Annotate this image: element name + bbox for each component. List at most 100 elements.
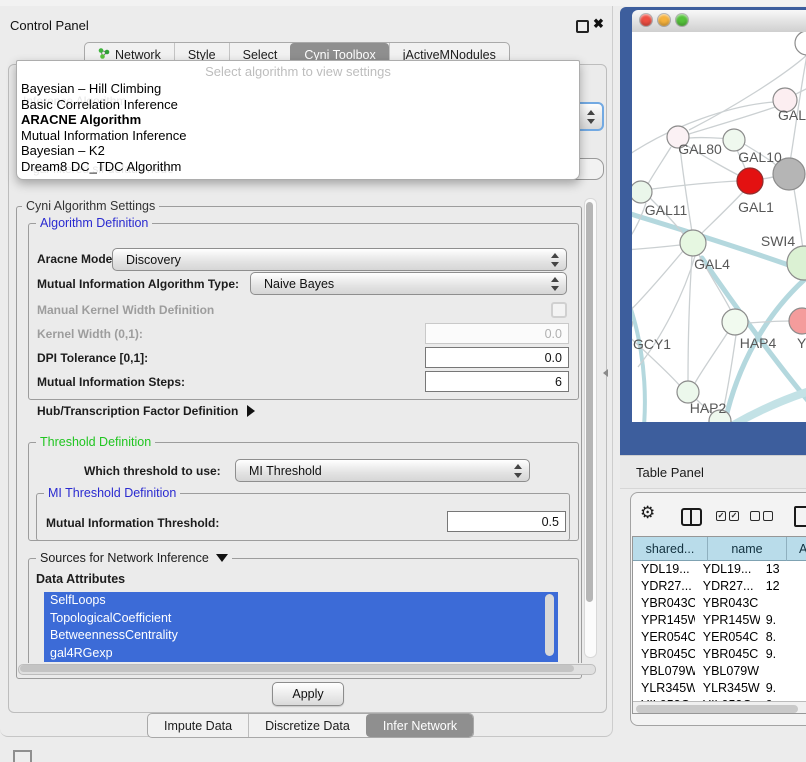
data-attributes-list[interactable]: SelfLoopsTopologicalCoefficientBetweenne… (44, 592, 558, 662)
table-row[interactable]: YER054CYER054C8. (633, 629, 806, 646)
table-row[interactable]: YDR27...YDR27...12 (633, 578, 806, 595)
table-function-icon[interactable] (794, 506, 806, 527)
checked-box-icon: ✓ (716, 511, 726, 521)
settings-horizontal-scrollbar[interactable] (18, 663, 596, 675)
settings-group-legend: Cyni Algorithm Settings (22, 199, 159, 213)
spinner-arrows-icon (513, 464, 522, 478)
table-cell: YLR345W (695, 680, 760, 697)
network-node-hap4[interactable] (722, 309, 748, 335)
table-cell: YPR145W (695, 612, 760, 629)
network-node-pink[interactable] (789, 308, 806, 334)
table-row[interactable]: YLR345WYLR345W9. (633, 680, 806, 697)
mi-steps-input[interactable] (425, 371, 569, 392)
table-row[interactable]: YBL079WYBL079W (633, 663, 806, 680)
table-cell: 9. (760, 646, 806, 663)
node-label-pink: Y (797, 335, 806, 351)
deselect-all-columns-icon[interactable] (750, 511, 773, 521)
scrollbar-thumb[interactable] (636, 705, 798, 713)
column-header-name[interactable]: name (708, 537, 787, 561)
table-cell: YDL19... (633, 561, 695, 578)
column-header-shared[interactable]: shared... (633, 537, 708, 561)
kernel-width-label: Kernel Width (0,1): (37, 327, 143, 341)
algorithm-option-dream8-dc-tdc-algorithm[interactable]: Dream8 DC_TDC Algorithm (17, 159, 579, 175)
node-label-hap2: HAP2 (690, 400, 727, 416)
columns-icon[interactable] (681, 508, 702, 526)
dropdown-prompt: Select algorithm to view settings (17, 64, 579, 79)
gear-icon[interactable]: ⚙ (640, 504, 655, 521)
split-pane-collapse-arrow[interactable] (603, 369, 608, 377)
table-cell: 12 (760, 578, 806, 595)
algorithm-option-basic-correlation-inference[interactable]: Basic Correlation Inference (17, 97, 579, 113)
node-label-gal80: GAL80 (678, 141, 722, 157)
tab-infer-network[interactable]: Infer Network (366, 714, 473, 737)
close-traffic-light-icon[interactable] (640, 14, 652, 26)
sources-title: Sources for Network Inference (40, 551, 209, 565)
table-body: YDL19...YDL19...13YDR27...YDR27...12YBR0… (633, 561, 806, 714)
aracne-mode-value: Discovery (126, 253, 181, 267)
kernel-width-input[interactable] (425, 323, 569, 344)
settings-vertical-scrollbar[interactable] (584, 198, 597, 658)
mi-threshold-legend: MI Threshold Definition (44, 486, 180, 500)
table-panel-title: Table Panel (636, 465, 704, 480)
mi-type-combo[interactable]: Naive Bayes (250, 272, 567, 295)
network-window-titlebar[interactable] (632, 10, 806, 33)
algorithm-option-aracne-algorithm[interactable]: ARACNE Algorithm (17, 112, 579, 128)
close-panel-icon[interactable]: ✖ (593, 16, 604, 32)
list-scrollbar-thumb[interactable] (545, 594, 554, 656)
mi-threshold-input[interactable] (447, 511, 566, 532)
attribute-item-betweennesscentrality[interactable]: BetweennessCentrality (44, 627, 558, 645)
tab-impute-data[interactable]: Impute Data (148, 714, 248, 737)
manual-kernel-checkbox[interactable] (551, 302, 567, 318)
table-row[interactable]: YBR043CYBR043C (633, 595, 806, 612)
minimized-panel-icon[interactable] (13, 750, 32, 762)
which-threshold-combo[interactable]: MI Threshold (235, 459, 530, 482)
network-node-top[interactable] (795, 32, 806, 55)
table-panel-titlebar: Table Panel (620, 455, 806, 489)
scrollbar-thumb[interactable] (20, 665, 574, 672)
dpi-tolerance-input[interactable] (425, 347, 569, 368)
which-threshold-label: Which threshold to use: (84, 464, 221, 478)
manual-kernel-label: Manual Kernel Width Definition (37, 303, 214, 317)
node-label-gal4: GAL4 (694, 256, 730, 272)
table-row[interactable]: YPR145WYPR145W9. (633, 612, 806, 629)
table-row[interactable]: YBR045CYBR045C9. (633, 646, 806, 663)
tab-discretize-data[interactable]: Discretize Data (248, 714, 366, 737)
cyni-mode-tab-bar: Impute DataDiscretize DataInfer Network (147, 713, 474, 738)
attribute-item-topologicalcoefficient[interactable]: TopologicalCoefficient (44, 610, 558, 628)
algorithm-option-bayesian-hill-climbing[interactable]: Bayesian – Hill Climbing (17, 81, 579, 97)
table-cell: YDL19... (695, 561, 760, 578)
table-row[interactable]: YDL19...YDL19...13 (633, 561, 806, 578)
column-header-a[interactable]: A (787, 537, 806, 561)
checked-box-icon: ✓ (729, 511, 739, 521)
zoom-traffic-light-icon[interactable] (676, 14, 688, 26)
network-canvas[interactable]: GAL7GAL80GAL10GAL1GAL11SWI4GAL4GCY1HAP4Y… (632, 32, 806, 422)
attribute-item-gal4rgexp[interactable]: gal4RGexp (44, 645, 558, 663)
aracne-mode-combo[interactable]: Discovery (112, 248, 567, 271)
table-cell: YBR043C (633, 595, 695, 612)
algorithm-option-bayesian-k2[interactable]: Bayesian – K2 (17, 143, 579, 159)
scrollbar-thumb[interactable] (586, 202, 593, 602)
unchecked-box-icon (763, 511, 773, 521)
apply-button[interactable]: Apply (272, 682, 344, 706)
network-node-gal11[interactable] (632, 181, 652, 203)
algorithm-option-mutual-information-inference[interactable]: Mutual Information Inference (17, 128, 579, 144)
sources-legend[interactable]: Sources for Network Inference (36, 551, 232, 565)
network-node-gal4[interactable] (680, 230, 706, 256)
table-cell: 13 (760, 561, 806, 578)
spinner-arrows-icon (586, 110, 595, 124)
float-panel-icon[interactable] (576, 20, 589, 33)
attribute-item-selfloops[interactable]: SelfLoops (44, 592, 558, 610)
spinner-arrows-icon (550, 253, 559, 267)
table-cell: YDR27... (633, 578, 695, 595)
node-label-hap4: HAP4 (740, 335, 777, 351)
select-all-columns-icon[interactable]: ✓ ✓ (716, 511, 739, 521)
table-cell: YBR045C (633, 646, 695, 663)
threshold-definition-legend: Threshold Definition (36, 435, 155, 449)
control-panel-window: Control Panel ✖ NetworkStyleSelectCyni T… (0, 6, 613, 737)
minimize-traffic-light-icon[interactable] (658, 14, 670, 26)
table-horizontal-scrollbar[interactable] (633, 701, 806, 714)
hub-definition-expander[interactable]: Hub/Transcription Factor Definition (37, 404, 255, 418)
network-node-swi4[interactable] (787, 246, 806, 280)
network-node-gal10[interactable] (723, 129, 745, 151)
network-node-gal1[interactable] (737, 168, 763, 194)
